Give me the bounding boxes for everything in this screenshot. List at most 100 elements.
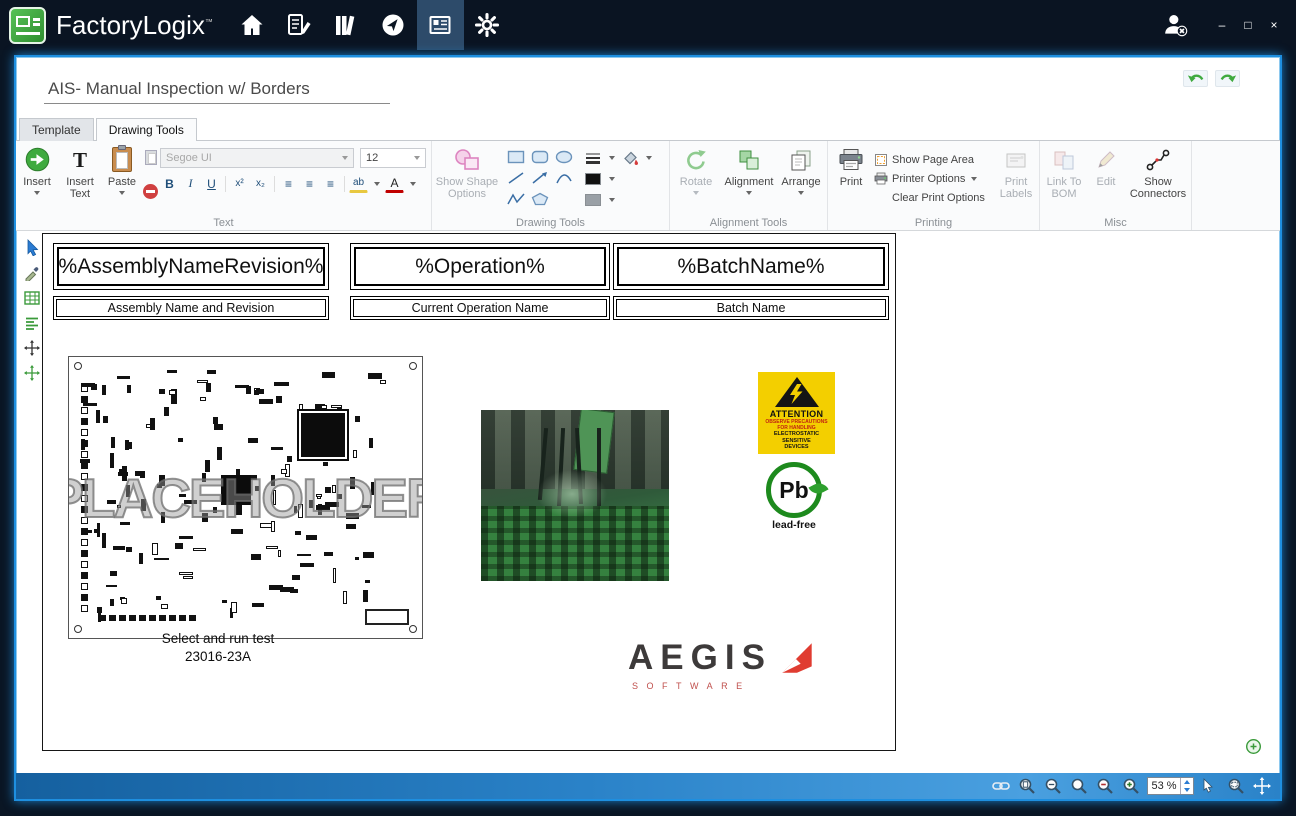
label-template-canvas[interactable]: %AssemblyNameRevision% %Operation% %Batc… — [42, 233, 896, 751]
line-color-button[interactable] — [582, 169, 604, 188]
align-left-button[interactable]: ≡ — [279, 174, 298, 193]
align-center-button[interactable]: ≡ — [300, 174, 319, 193]
fill-color-caret-button[interactable] — [605, 190, 618, 209]
rotate-button[interactable]: Rotate — [674, 146, 718, 195]
clear-formatting-button[interactable] — [142, 183, 159, 200]
polygon-tool[interactable] — [528, 189, 551, 209]
alignment-button[interactable]: Alignment — [722, 146, 776, 195]
link-to-bom-button[interactable]: Link To BOM — [1042, 146, 1086, 200]
canvas-fit-button[interactable] — [1246, 739, 1261, 754]
caption-batch-name[interactable]: Batch Name — [613, 296, 889, 320]
template-name-field[interactable]: AIS- Manual Inspection w/ Borders — [44, 79, 390, 104]
caret-icon — [410, 182, 416, 186]
rotate-icon — [684, 146, 708, 173]
close-button[interactable]: × — [1262, 10, 1286, 40]
zoom-region-button[interactable] — [1226, 777, 1246, 795]
nav-home[interactable] — [229, 0, 276, 50]
print-labels-button[interactable]: Print Labels — [996, 146, 1036, 200]
fit-page-button[interactable] — [1017, 777, 1037, 795]
curve-tool[interactable] — [552, 168, 575, 188]
transform-tool-button[interactable] — [20, 337, 44, 358]
zoom-level-spinner[interactable]: 53 % — [1147, 777, 1194, 795]
highlight-button[interactable]: ab — [349, 174, 368, 193]
zoom-stepper[interactable] — [1180, 778, 1193, 794]
zoom-in-button[interactable] — [1121, 777, 1141, 795]
select-tool-button[interactable] — [20, 237, 44, 258]
zoom-out-button[interactable] — [1095, 777, 1115, 795]
edit-button[interactable]: Edit — [1090, 146, 1122, 188]
line-tool[interactable] — [504, 168, 527, 188]
undo-button[interactable] — [1183, 70, 1208, 87]
leaf-icon — [808, 480, 828, 498]
insert-button[interactable]: Insert — [18, 146, 56, 195]
show-page-area-button[interactable]: Show Page Area — [874, 150, 998, 169]
eyedropper-tool-button[interactable] — [20, 262, 44, 283]
polyline-tool[interactable] — [504, 189, 527, 209]
zoom-cursor-icon — [1202, 778, 1218, 794]
field-operation[interactable]: %Operation% — [350, 243, 610, 290]
aegis-logo[interactable]: AEGIS SOFTWARE — [628, 637, 818, 691]
show-connectors-button[interactable]: Show Connectors — [1128, 146, 1188, 200]
paste-button[interactable]: Paste — [104, 146, 140, 195]
logout-user-button[interactable] — [1158, 4, 1194, 46]
link-view-button[interactable] — [991, 777, 1011, 795]
fill-color-button[interactable] — [582, 190, 604, 209]
redo-button[interactable] — [1215, 70, 1240, 87]
align-list-tool-button[interactable] — [20, 312, 44, 333]
bold-button[interactable]: B — [160, 174, 179, 193]
field-batch-name[interactable]: %BatchName% — [613, 243, 889, 290]
line-width-caret-button[interactable] — [605, 148, 618, 167]
nav-dispatch[interactable] — [370, 0, 417, 50]
highlight-caret-button[interactable] — [370, 174, 383, 193]
line-color-swatch-icon — [585, 173, 601, 185]
nav-library[interactable] — [323, 0, 370, 50]
move-tool-button[interactable] — [20, 362, 44, 383]
line-width-button[interactable] — [582, 148, 604, 167]
grid-tool-button[interactable] — [20, 287, 44, 308]
font-color-caret-button[interactable] — [406, 174, 419, 193]
align-right-button[interactable]: ≡ — [321, 174, 340, 193]
print-button[interactable]: Print — [832, 146, 870, 188]
zoom-step-down-button[interactable] — [1181, 786, 1193, 794]
rectangle-tool[interactable] — [504, 147, 527, 167]
subscript-button[interactable]: x₂ — [251, 174, 270, 193]
caption-operation[interactable]: Current Operation Name — [350, 296, 610, 320]
rounded-rectangle-tool[interactable] — [528, 147, 551, 167]
pan-button[interactable] — [1252, 777, 1272, 795]
minimize-button[interactable]: – — [1210, 10, 1234, 40]
zoom-cursor-button[interactable] — [1200, 777, 1220, 795]
fill-bucket-button[interactable] — [619, 148, 641, 167]
zoom-step-up-button[interactable] — [1181, 778, 1193, 786]
caption-assembly-name-revision[interactable]: Assembly Name and Revision — [53, 296, 329, 320]
printer-options-button[interactable]: Printer Options — [874, 169, 998, 188]
insert-text-button[interactable]: T Insert Text — [60, 146, 100, 200]
underline-button[interactable]: U — [202, 174, 221, 193]
lead-free-logo[interactable]: Pb lead-free — [759, 462, 829, 531]
fill-bucket-caret-button[interactable] — [642, 148, 655, 167]
italic-button[interactable]: I — [181, 174, 200, 193]
line-color-caret-button[interactable] — [605, 169, 618, 188]
tab-template[interactable]: Template — [19, 118, 94, 141]
nav-process-definition[interactable] — [276, 0, 323, 50]
inspection-photo-image[interactable] — [481, 410, 669, 581]
pcb-placeholder-image[interactable]: PLACEHOLDER — [68, 356, 423, 639]
esd-warning-label[interactable]: ATTENTION OBSERVE PRECAUTIONS FOR HANDLI… — [758, 372, 835, 454]
arrange-button[interactable]: Arrange — [778, 146, 824, 195]
show-shape-options-button[interactable]: Show Shape Options — [434, 146, 500, 200]
maximize-button[interactable]: □ — [1236, 10, 1260, 40]
tab-drawing-tools[interactable]: Drawing Tools — [96, 118, 197, 141]
nav-documents[interactable] — [417, 0, 464, 50]
nav-settings[interactable] — [464, 0, 511, 50]
ellipse-tool[interactable] — [552, 147, 575, 167]
copy-format-button[interactable] — [142, 149, 159, 166]
superscript-button[interactable]: x² — [230, 174, 249, 193]
font-size-combo[interactable]: 12 — [360, 148, 426, 168]
clear-print-options-button[interactable]: Clear Print Options — [874, 188, 998, 207]
insert-icon — [25, 146, 50, 173]
font-color-button[interactable]: A — [385, 174, 404, 193]
arrow-tool[interactable] — [528, 168, 551, 188]
font-family-combo[interactable]: Segoe UI — [160, 148, 354, 168]
zoom-100-button[interactable] — [1069, 777, 1089, 795]
fit-width-button[interactable] — [1043, 777, 1063, 795]
field-assembly-name-revision[interactable]: %AssemblyNameRevision% — [53, 243, 329, 290]
